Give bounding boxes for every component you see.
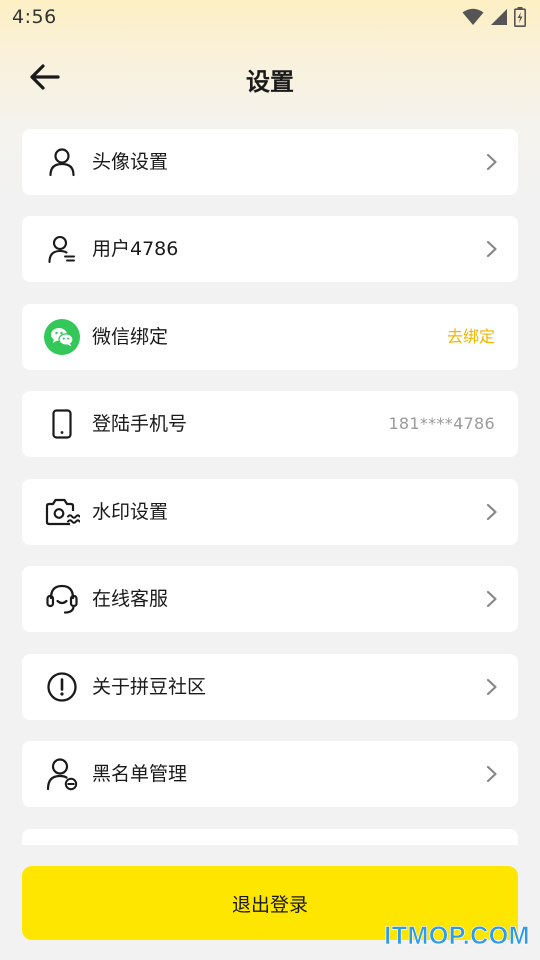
list-item-label: 水印设置 xyxy=(92,501,169,523)
list-item-phone-number[interactable]: 登陆手机号 181****4786 xyxy=(22,391,518,457)
signal-icon xyxy=(490,8,508,26)
list-item-wechat-binding[interactable]: 微信绑定 去绑定 xyxy=(22,304,518,370)
list-item-about[interactable]: 关于拼豆社区 xyxy=(22,654,518,720)
list-item-watermark-settings[interactable]: 水印设置 xyxy=(22,479,518,545)
list-item-avatar-settings[interactable]: 头像设置 xyxy=(22,129,518,195)
list-item-label: 在线客服 xyxy=(92,588,169,610)
info-icon xyxy=(44,669,80,705)
status-icons xyxy=(462,6,526,28)
list-item-label: 黑名单管理 xyxy=(92,763,188,785)
list-item-partial[interactable] xyxy=(22,829,518,845)
wechat-icon xyxy=(44,319,80,355)
chevron-right-icon xyxy=(486,590,498,608)
unbind-link[interactable]: 去绑定 xyxy=(447,327,495,347)
list-item-label: 微信绑定 xyxy=(92,326,169,348)
chevron-right-icon xyxy=(486,153,498,171)
list-item-label: 登陆手机号 xyxy=(92,413,188,435)
list-item-customer-service[interactable]: 在线客服 xyxy=(22,566,518,632)
chevron-right-icon xyxy=(486,240,498,258)
status-bar: 4:56 xyxy=(0,0,540,36)
settings-list: 头像设置 用户4786 微信绑定 去绑定 登陆手机号 181****4786 水… xyxy=(22,129,518,845)
phone-number-value: 181****4786 xyxy=(388,414,495,433)
header: 设置 xyxy=(0,50,540,108)
list-item-blacklist[interactable]: 黑名单管理 xyxy=(22,741,518,807)
list-item-label: 用户4786 xyxy=(92,238,179,260)
status-time: 4:56 xyxy=(12,6,57,28)
list-item-label: 关于拼豆社区 xyxy=(92,676,207,698)
chevron-right-icon xyxy=(486,503,498,521)
list-item-label: 头像设置 xyxy=(92,151,169,173)
list-item-username[interactable]: 用户4786 xyxy=(22,216,518,282)
watermark-text: ITMOP.COM xyxy=(384,922,530,951)
phone-icon xyxy=(44,406,80,442)
user-icon xyxy=(44,144,80,180)
chevron-right-icon xyxy=(486,678,498,696)
page-title: 设置 xyxy=(246,68,294,96)
user-edit-icon xyxy=(44,231,80,267)
wifi-icon xyxy=(462,8,484,26)
chevron-right-icon xyxy=(486,765,498,783)
headset-icon xyxy=(44,581,80,617)
battery-icon xyxy=(514,7,526,27)
camera-icon xyxy=(44,494,80,530)
user-block-icon xyxy=(44,756,80,792)
